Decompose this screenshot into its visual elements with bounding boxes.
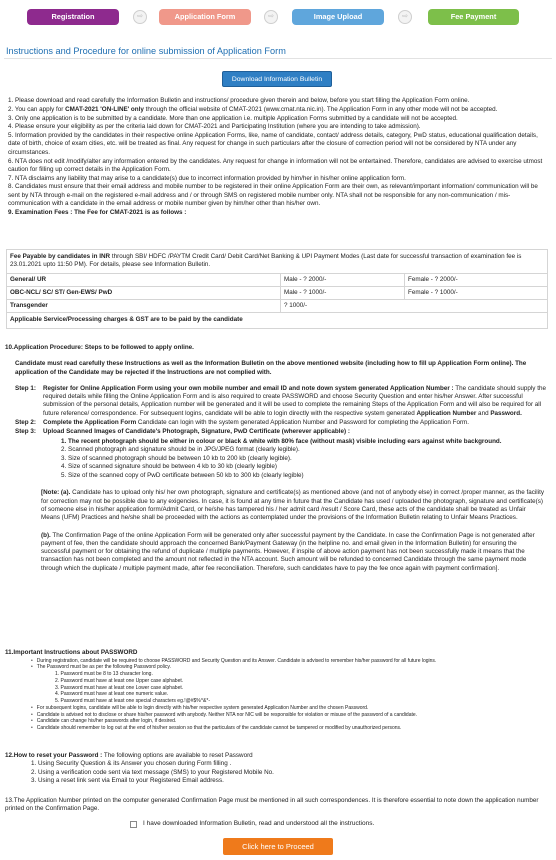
instruction-item: 8. Candidates must ensure that their ema… xyxy=(8,183,538,208)
reset-password-section: 12.How to reset your Password : The foll… xyxy=(5,752,550,785)
table-cell: ? 1000/- xyxy=(280,299,548,314)
agree-checkbox[interactable] xyxy=(130,820,137,828)
instruction-item: 7. NTA disclaims any liability that may … xyxy=(8,174,406,182)
tab-image-upload[interactable]: Image Upload xyxy=(292,9,384,25)
note-b: (b). The Confirmation Page of the online… xyxy=(41,531,535,572)
divider xyxy=(4,58,552,59)
password-heading: 11.Important Instructions about PASSWORD xyxy=(5,649,138,656)
list-item: 1. Using Security Question & its Answer … xyxy=(31,760,232,768)
table-cell: General/ UR xyxy=(6,272,281,287)
list-item: 5. Size of the scanned copy of PwD certi… xyxy=(61,472,304,480)
application-procedure: 10.Application Procedure: Steps to be fo… xyxy=(5,344,550,573)
procedure-warning: Candidate must read carefully these Inst… xyxy=(15,360,527,376)
arrow-right-icon: ⇨ xyxy=(398,10,412,24)
page-title: Instructions and Procedure for online su… xyxy=(6,46,286,56)
instruction-item: 4. Please ensure your eligibility as per… xyxy=(8,123,421,131)
list-item: Candidate can change his/her passwords a… xyxy=(31,718,550,725)
tab-fee-payment[interactable]: Fee Payment xyxy=(428,9,519,25)
table-cell: Fee Payable by candidates in INR through… xyxy=(6,249,548,274)
list-item: 2. Password must have at least one Upper… xyxy=(55,677,184,684)
instruction-item: 2. You can apply for CMAT-2021 'ON-LINE'… xyxy=(8,105,498,113)
step-3: Step 3: Upload Scanned Images of Candida… xyxy=(15,428,350,436)
list-item: The Password must be as per the followin… xyxy=(31,664,550,671)
list-item: 3. Size of scanned photograph should be … xyxy=(61,454,292,462)
note-a: [Note: (a). Candidate has to upload only… xyxy=(41,489,544,522)
step-1: Step 1: Register for Online Application … xyxy=(15,384,546,417)
table-cell: Male - ? 2000/- xyxy=(280,272,405,287)
table-cell: Female - ? 2000/- xyxy=(404,272,548,287)
list-item: Candidate is advised not to disclose or … xyxy=(31,712,550,719)
proceed-button[interactable]: Click here to Proceed xyxy=(223,838,333,855)
table-cell: Applicable Service/Processing charges & … xyxy=(6,312,548,329)
instruction-item: 5. Information provided by the candidate… xyxy=(8,132,538,156)
table-cell: OBC-NCL/ SC/ ST/ Gen-EWS/ PwD xyxy=(6,285,281,301)
instruction-item: 1. Please download and read carefully th… xyxy=(8,97,470,104)
password-policy: 1. Password must be 8 to 13 character lo… xyxy=(5,671,550,705)
instruction-item: 3. Only one application is to be submitt… xyxy=(8,114,458,122)
list-item: 1. Password must be 8 to 13 character lo… xyxy=(55,671,153,677)
agree-label: I have downloaded Information Bulletin, … xyxy=(143,820,375,827)
table-row: Transgender ? 1000/- xyxy=(6,299,548,314)
tab-registration[interactable]: Registration xyxy=(27,9,119,25)
reset-heading: 12.How to reset your Password : The foll… xyxy=(5,752,253,759)
arrow-right-icon: ⇨ xyxy=(133,10,147,24)
password-instructions: 11.Important Instructions about PASSWORD… xyxy=(5,649,550,732)
list-item: Candidate should remember to log out at … xyxy=(31,725,550,732)
list-item: 4. Size of scanned signature should be b… xyxy=(61,463,277,471)
list-item: For subsequent logins, candidate will be… xyxy=(31,705,550,712)
instruction-item: 13.The Application Number printed on the… xyxy=(5,797,539,813)
step-progress-bar: Registration ⇨ Application Form ⇨ Image … xyxy=(0,0,556,34)
upload-requirements: 1. The recent photograph should be eithe… xyxy=(5,438,550,481)
fee-table: Fee Payable by candidates in INR through… xyxy=(6,249,548,329)
instruction-item: 9. Examination Fees : The Fee for CMAT-2… xyxy=(8,208,187,216)
step-2: Step 2: Complete the Application Form Ca… xyxy=(15,419,470,427)
list-item: 3. Using a reset link sent via Email to … xyxy=(31,776,224,784)
table-row: General/ UR Male - ? 2000/- Female - ? 2… xyxy=(6,272,548,287)
instruction-item: 6. NTA does not edit /modify/alter any i… xyxy=(8,157,543,173)
download-bulletin-button[interactable]: Download Information Bulletin xyxy=(222,71,332,87)
table-cell: Male - ? 1000/- xyxy=(280,285,405,301)
list-item: 5. Password must have at least one speci… xyxy=(55,698,210,704)
arrow-right-icon: ⇨ xyxy=(264,10,278,24)
table-cell: Female - ? 1000/- xyxy=(404,285,548,301)
procedure-heading: 10.Application Procedure: Steps to be fo… xyxy=(5,344,194,351)
list-item: 2. Scanned photograph and signature shou… xyxy=(61,446,300,454)
list-item: 2. Using a verification code sent via te… xyxy=(31,768,274,776)
list-item: 4. Password must have at least one numer… xyxy=(55,691,169,698)
list-item: 1. The recent photograph should be eithe… xyxy=(61,437,502,445)
table-row: Fee Payable by candidates in INR through… xyxy=(6,249,548,274)
tab-application-form[interactable]: Application Form xyxy=(159,9,251,25)
list-item: 3. Password must have at least one Lower… xyxy=(55,684,184,691)
table-row: Applicable Service/Processing charges & … xyxy=(6,312,548,329)
list-item: During registration, candidate will be r… xyxy=(31,658,550,665)
instructions-list: 1. Please download and read carefully th… xyxy=(8,97,550,218)
table-row: OBC-NCL/ SC/ ST/ Gen-EWS/ PwD Male - ? 1… xyxy=(6,285,548,301)
table-cell: Transgender xyxy=(6,299,281,314)
agree-row: I have downloaded Information Bulletin, … xyxy=(130,820,374,829)
